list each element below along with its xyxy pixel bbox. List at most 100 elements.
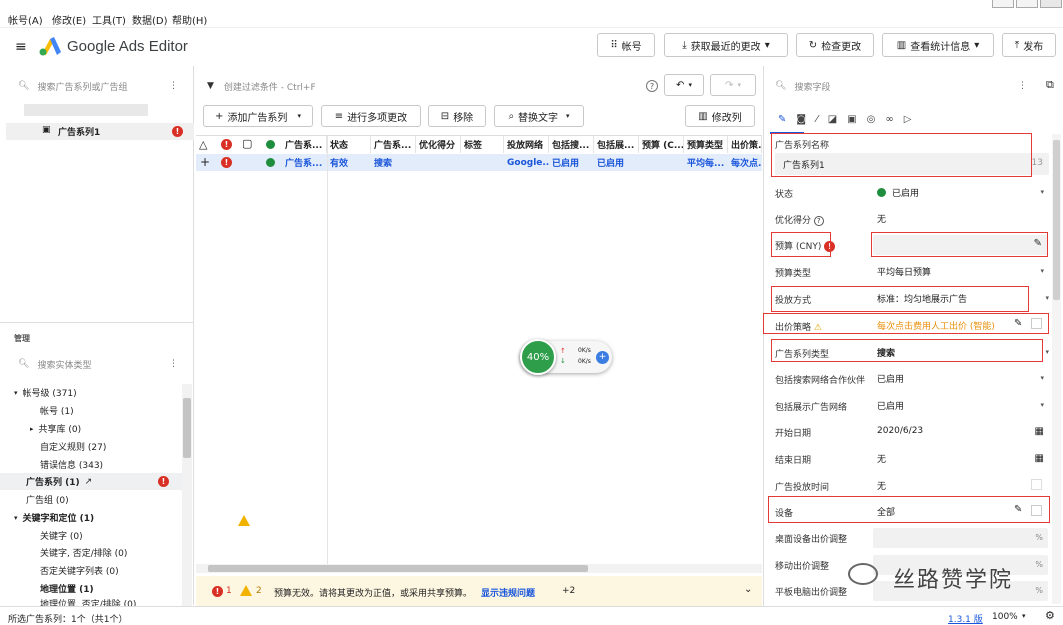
show-issues-link[interactable]: 显示违规问题 (481, 586, 535, 599)
version-link[interactable]: 1.3.1 版 (948, 612, 983, 625)
column-header[interactable]: 广告系... (283, 136, 327, 153)
entity-search-input[interactable]: 🔍︎ 搜索实体类型 ⋮ (18, 353, 188, 375)
add-row-icon[interactable]: + (200, 155, 210, 169)
campaign-search-placeholder: 搜索广告系列或广告组 (37, 82, 128, 93)
tree-account-level[interactable]: ▾ 帐号级 (371) (14, 384, 77, 401)
menu-edit[interactable]: 修改(E) (52, 12, 86, 27)
cell-campaign-type[interactable]: 搜索 (372, 154, 416, 171)
tree-error-messages[interactable]: 错误信息 (343) (40, 456, 103, 473)
tree-keywords-targeting[interactable]: ▾ 关键字和定位 (1) (14, 509, 251, 526)
publish-button[interactable]: ⤒ 发布 (1002, 33, 1056, 57)
help-icon[interactable]: ? (646, 80, 658, 92)
tree-negative-locations[interactable]: 地理位置, 否定/排除 (0) (40, 597, 136, 606)
status-select[interactable]: 已启用 ▾ (873, 182, 1048, 202)
filter-input[interactable]: ▼ 创建过滤条件 - Ctrl+F? (207, 75, 662, 97)
cell-campaign-name[interactable]: 广告系... (283, 154, 327, 171)
cell-networks[interactable]: Google... (505, 154, 549, 171)
more-vert-icon[interactable]: ⋮ (169, 81, 178, 91)
desktop-bid-input[interactable]: % (873, 528, 1048, 548)
view-stats-button[interactable]: ▥ 查看统计信息 ▾ (882, 33, 994, 57)
calendar-icon[interactable]: ▦ (1035, 453, 1044, 464)
menu-data[interactable]: 数据(D) (132, 12, 168, 27)
tree-negative-keywords[interactable]: 关键字, 否定/排除 (0) (40, 544, 127, 561)
cell-budget-type[interactable]: 平均每... (685, 154, 728, 171)
more-vert-icon[interactable]: ⋮ (1018, 81, 1027, 91)
column-header[interactable]: 预算类型 (685, 136, 728, 153)
close-button[interactable] (1040, 0, 1062, 8)
multi-edit-button[interactable]: ≡ 进行多项更改 (321, 105, 421, 127)
get-changes-button[interactable]: ⤓ 获取最近的更改 ▾ (664, 33, 788, 57)
checkbox[interactable] (1031, 479, 1042, 490)
label-icon[interactable]: ▷ (904, 114, 912, 125)
calendar-icon[interactable]: ▦ (1035, 426, 1044, 437)
search-partners-select[interactable]: 已启用 ▾ (873, 368, 1048, 388)
camera-icon[interactable]: ◙ (796, 114, 806, 125)
column-header[interactable]: 包括展... (595, 136, 639, 153)
tree-account[interactable]: 帐号 (1) (40, 402, 74, 419)
zoom-level[interactable]: 100% (992, 612, 1018, 622)
chevron-down-icon[interactable]: ▾ (1022, 612, 1026, 620)
column-header[interactable]: 预算 (C... (640, 136, 684, 153)
display-network-select[interactable]: 已启用 ▾ (873, 395, 1048, 415)
cell-search-partners[interactable]: 已启用 (550, 154, 594, 171)
column-header[interactable]: 投放网络 (505, 136, 549, 153)
account-button[interactable]: ⠿ 帐号 (597, 33, 655, 57)
chevron-down-icon[interactable]: ⌄ (744, 584, 752, 595)
link-icon[interactable]: ∞ (885, 114, 893, 125)
left-scrollbar[interactable] (182, 384, 192, 606)
accelerate-icon[interactable]: + (596, 351, 609, 364)
settings-icon[interactable]: ⚙ (1045, 609, 1055, 622)
column-header[interactable]: 标签 (462, 136, 504, 153)
column-header[interactable]: 出价策... (729, 136, 762, 153)
desktop-bid-label: 桌面设备出价调整 (775, 535, 848, 545)
field-search-input[interactable]: 🔍︎ 搜索字段 ⋮ (775, 75, 1035, 97)
tree-locations[interactable]: 地理位置 (1) (40, 580, 224, 597)
chevron-down-icon: ▾ (1045, 294, 1049, 302)
magic-wand-icon[interactable]: ⁄ (816, 114, 818, 125)
column-header[interactable]: 状态 (328, 136, 371, 153)
network-speed-widget[interactable]: 40% ↑ ↓ 0K/s 0K/s + (520, 339, 612, 375)
cell-bid-strategy[interactable]: 每次点... (729, 154, 762, 171)
end-date-input[interactable]: 无 ▦ (873, 448, 1048, 468)
menu-tools[interactable]: 工具(T) (92, 12, 126, 27)
budget-type-select[interactable]: 平均每日预算 ▾ (873, 261, 1048, 281)
column-header[interactable]: 广告系... (372, 136, 416, 153)
tree-shared-library[interactable]: ▸ 共享库 (0) (30, 420, 81, 437)
column-header[interactable]: 包括搜... (550, 136, 594, 153)
more-vert-icon[interactable]: ⋮ (169, 359, 178, 369)
tree-ad-groups[interactable]: 广告组 (0) (26, 491, 69, 508)
edit-columns-button[interactable]: ▥ 修改列 (685, 105, 755, 127)
tree-keywords[interactable]: 关键字 (0) (40, 527, 83, 544)
minimize-button[interactable] (992, 0, 1014, 8)
column-header[interactable]: 优化得分 (417, 136, 461, 153)
menu-help[interactable]: 帮助(H) (172, 12, 207, 27)
tree-custom-rules[interactable]: 自定义规则 (27) (40, 438, 106, 455)
replace-text-button[interactable]: ⌕ 替换文字 ▾ (494, 105, 584, 127)
table-row[interactable] (196, 154, 762, 171)
undo-button[interactable]: ↶ ▾ (664, 74, 704, 96)
campaign-search-input[interactable]: 🔍︎ 搜索广告系列或广告组 ⋮ (18, 75, 188, 97)
display-icon[interactable]: ▣ (847, 114, 856, 125)
hamburger-menu-icon[interactable]: ≡ (15, 39, 27, 55)
redo-button[interactable]: ↷ ▾ (710, 74, 756, 96)
right-scrollbar[interactable] (1052, 134, 1061, 604)
start-date-input[interactable]: 2020/6/23 ▦ (873, 421, 1048, 441)
tree-negative-keyword-lists[interactable]: 否定关键字列表 (0) (40, 562, 119, 579)
issue-message: 预算无效。请将其更改为正值，或采用共享预算。 (274, 589, 473, 599)
maximize-button[interactable] (1016, 0, 1038, 8)
help-icon[interactable]: ? (813, 216, 824, 226)
check-changes-button[interactable]: ↻ 检查更改 (796, 33, 874, 57)
cell-status[interactable]: 有效 (328, 154, 371, 171)
cell-display-network[interactable]: 已启用 (595, 154, 639, 171)
ad-icon[interactable]: ◪ (828, 114, 837, 125)
edit-pencil-icon[interactable]: ✎ (778, 114, 786, 125)
open-external-icon[interactable]: ↗ (85, 477, 93, 487)
add-campaign-button[interactable]: + 添加广告系列 ▾ (203, 105, 313, 127)
open-external-icon[interactable]: ⧉ (1046, 78, 1054, 92)
campaign-tree-item[interactable]: ▣ 广告系列1 ! (6, 123, 194, 140)
remove-button[interactable]: ⊟ 移除 (428, 105, 486, 127)
tree-campaigns[interactable]: 广告系列 (1) ↗! (0, 473, 182, 490)
menu-account[interactable]: 帐号(A) (8, 12, 43, 27)
grid-horizontal-scrollbar[interactable] (196, 564, 762, 573)
target-icon[interactable]: ◎ (867, 114, 876, 125)
